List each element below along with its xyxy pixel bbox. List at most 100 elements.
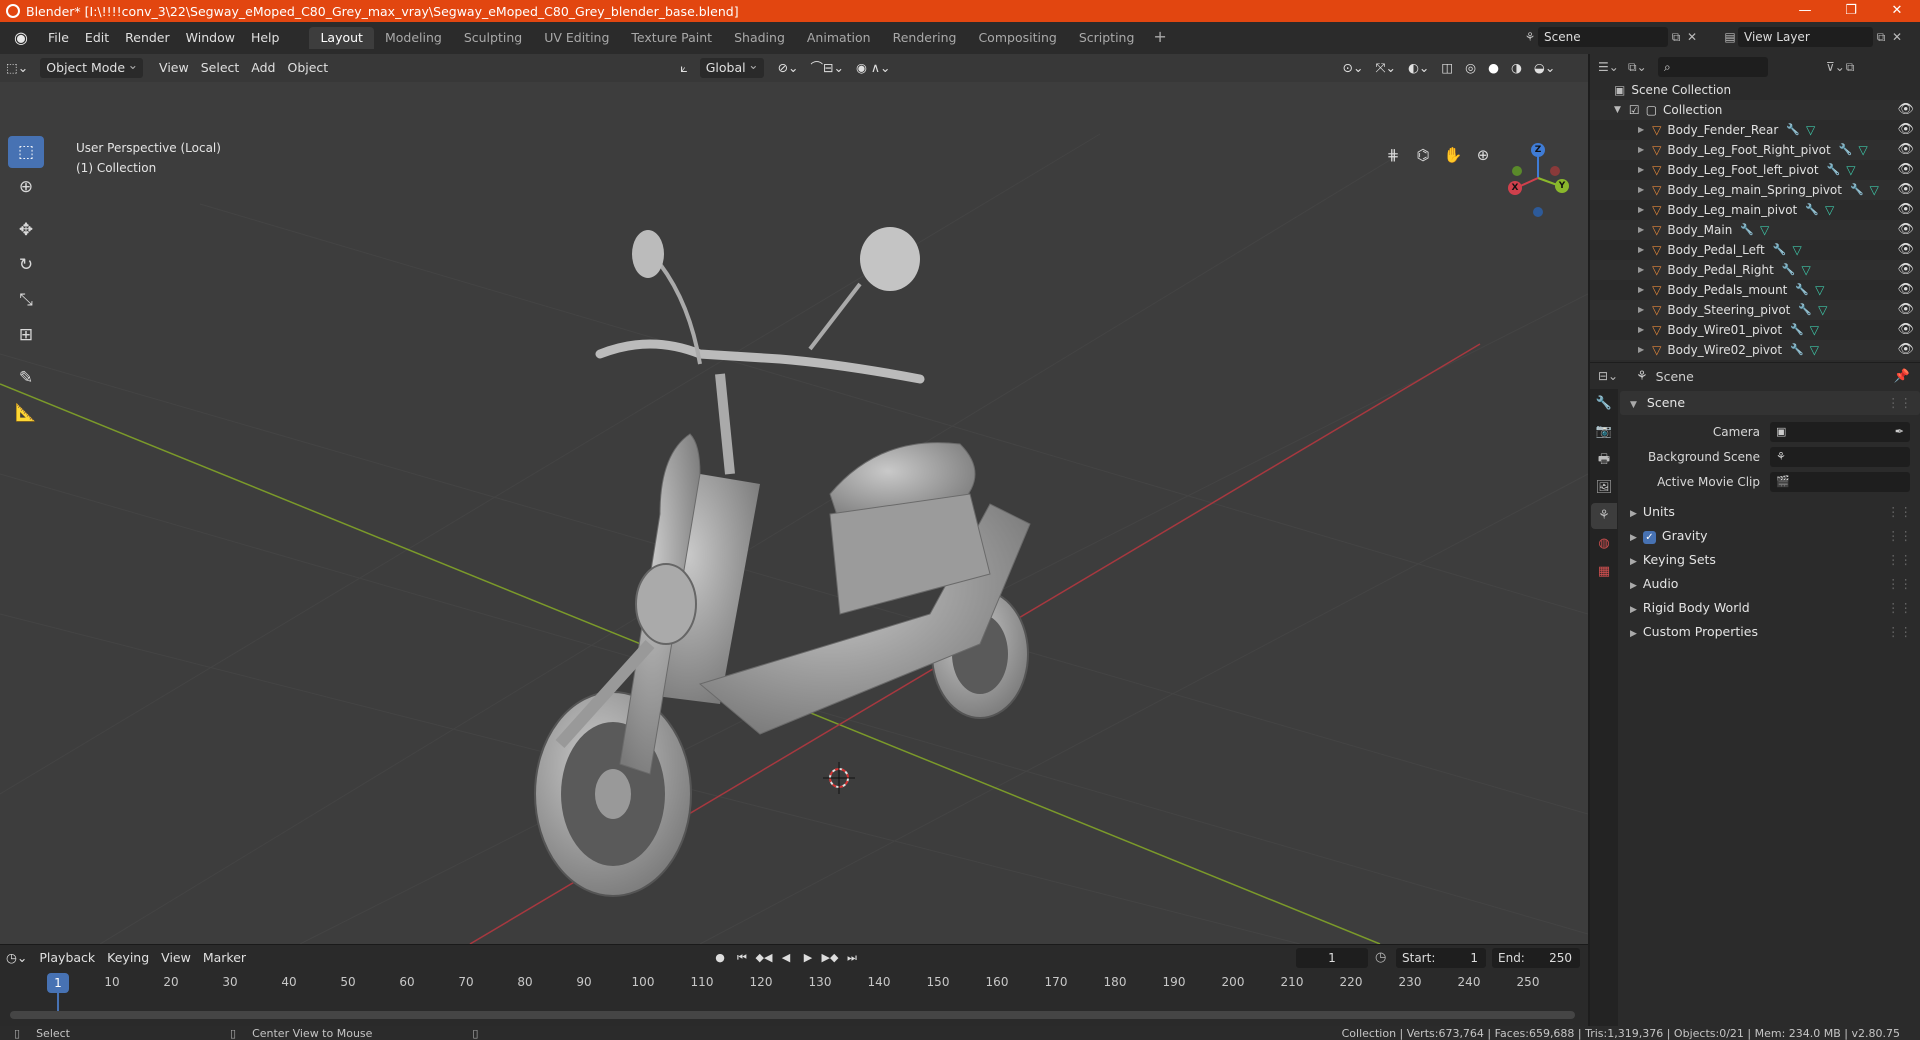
mesh-data-icon[interactable]: ▽	[1810, 320, 1819, 340]
next-keyframe-icon[interactable]: ▶◆	[820, 948, 840, 968]
outliner-object-row[interactable]: ▶ ▽ Body_Wire02_pivot 🔧 ▽ 👁	[1590, 340, 1920, 360]
gizmo-y-axis[interactable]: Y	[1555, 179, 1569, 193]
zoom-icon[interactable]: ⊕	[1470, 142, 1496, 168]
blender-menu-icon[interactable]: ◉	[8, 25, 34, 51]
outliner-object-row[interactable]: ▶ ▽ Body_Pedal_Right 🔧 ▽ 👁	[1590, 260, 1920, 280]
playback-menu[interactable]: Playback	[33, 948, 101, 968]
new-view-layer-icon[interactable]: ⧉	[1873, 29, 1889, 45]
marker-menu[interactable]: Marker	[197, 948, 252, 968]
expand-arrow-icon[interactable]: ▶	[1638, 200, 1644, 220]
xray-toggle-icon[interactable]: ◫	[1435, 58, 1459, 78]
pan-hand-icon[interactable]: ✋	[1440, 142, 1466, 168]
camera-view-icon[interactable]: ⌬	[1410, 142, 1436, 168]
modifier-wrench-icon[interactable]: 🔧	[1773, 240, 1787, 260]
timeline-editor-type-icon[interactable]: ◷⌄	[0, 948, 33, 968]
timer-icon[interactable]: ◷	[1375, 950, 1386, 965]
tab-layout[interactable]: Layout	[309, 27, 374, 49]
menu-edit[interactable]: Edit	[77, 27, 117, 49]
scooter-model[interactable]	[534, 227, 1031, 897]
modifier-wrench-icon[interactable]: 🔧	[1786, 120, 1800, 140]
expand-arrow-icon[interactable]: ▶	[1638, 260, 1644, 280]
new-collection-icon[interactable]: ⧉	[1842, 59, 1858, 75]
new-scene-icon[interactable]: ⧉	[1668, 29, 1684, 45]
tab-uv-editing[interactable]: UV Editing	[533, 27, 620, 49]
texture-tab-icon[interactable]: ▦	[1591, 559, 1617, 585]
expand-arrow-icon[interactable]: ▶	[1638, 300, 1644, 320]
gizmo-z-axis[interactable]: Z	[1531, 143, 1545, 157]
background-scene-field[interactable]: ⚘	[1770, 446, 1910, 467]
output-tab-icon[interactable]: 🖶	[1591, 447, 1617, 473]
mesh-data-icon[interactable]: ▽	[1815, 280, 1824, 300]
render-tab-icon[interactable]: 📷	[1591, 419, 1617, 445]
current-frame-indicator[interactable]: 1	[47, 973, 69, 993]
mesh-data-icon[interactable]: ▽	[1810, 340, 1819, 360]
modifier-wrench-icon[interactable]: 🔧	[1805, 200, 1819, 220]
gravity-checkbox[interactable]: ✓	[1642, 531, 1656, 544]
scene-selector[interactable]: ⚘ Scene ⧉ ✕	[1522, 26, 1722, 48]
gizmo-neg-x[interactable]	[1550, 166, 1560, 176]
proportional-edit-icon[interactable]: ◉ ∧⌄	[850, 58, 897, 78]
overlay-toggle-icon[interactable]: ◐⌄	[1402, 58, 1435, 78]
expand-arrow-icon[interactable]: ▶	[1638, 280, 1644, 300]
eye-icon[interactable]: 👁	[1897, 260, 1914, 280]
timeline-scrollbar[interactable]	[10, 1011, 1575, 1019]
modifier-wrench-icon[interactable]: 🔧	[1795, 280, 1809, 300]
orientation-dropdown[interactable]: Global	[699, 55, 764, 78]
scene-collection-row[interactable]: ▣ Scene Collection	[1590, 80, 1920, 100]
rigid-body-world-section[interactable]: ▶ Rigid Body World ⋮⋮	[1620, 596, 1920, 620]
shading-material-icon[interactable]: ◑	[1505, 58, 1528, 78]
jump-start-icon[interactable]: ⏮	[732, 948, 752, 968]
expand-arrow-icon[interactable]: ▶	[1638, 180, 1644, 200]
view-layer-field[interactable]: View Layer	[1738, 27, 1873, 47]
mesh-data-icon[interactable]: ▽	[1792, 240, 1801, 260]
mode-dropdown[interactable]: Object Mode	[40, 55, 144, 78]
measure-tool-icon[interactable]: 📐	[8, 397, 44, 429]
visibility-icon[interactable]: ⊙⌄	[1337, 58, 1370, 78]
expand-arrow-icon[interactable]: ▶	[1638, 240, 1644, 260]
audio-section[interactable]: ▶ Audio ⋮⋮	[1620, 572, 1920, 596]
frame-ruler[interactable]: 1102030405060708090100110120130140150160…	[0, 973, 1588, 995]
gravity-section[interactable]: ▶ ✓ Gravity ⋮⋮	[1620, 524, 1920, 548]
3d-cursor[interactable]	[823, 762, 855, 794]
snap-icon[interactable]: ⌒⊟⌄	[805, 58, 850, 78]
tab-scripting[interactable]: Scripting	[1068, 27, 1146, 49]
tab-compositing[interactable]: Compositing	[967, 27, 1067, 49]
eye-icon[interactable]: 👁	[1897, 340, 1914, 360]
modifier-wrench-icon[interactable]: 🔧	[1782, 260, 1796, 280]
scene-section-header[interactable]: ▼ Scene ⋮⋮	[1620, 391, 1920, 415]
eye-icon[interactable]: 👁	[1897, 300, 1914, 320]
pin-icon[interactable]: 📌	[1894, 369, 1910, 384]
properties-editor-type-icon[interactable]: ⊟⌄	[1598, 368, 1618, 384]
delete-scene-icon[interactable]: ✕	[1684, 29, 1700, 45]
collection-row[interactable]: ▼ ☑ ▢ Collection 👁	[1590, 100, 1920, 120]
expand-arrow-icon[interactable]: ▶	[1638, 120, 1644, 140]
mesh-data-icon[interactable]: ▽	[1818, 300, 1827, 320]
rotate-tool-icon[interactable]: ↻	[8, 249, 44, 281]
modifier-wrench-icon[interactable]: 🔧	[1850, 180, 1864, 200]
modifier-wrench-icon[interactable]: 🔧	[1839, 140, 1853, 160]
camera-field[interactable]: ▣ ✒	[1770, 421, 1910, 442]
modifier-wrench-icon[interactable]: 🔧	[1790, 340, 1804, 360]
shading-solid-icon[interactable]: ●	[1482, 58, 1505, 78]
display-mode-icon[interactable]: ⧉⌄	[1628, 59, 1647, 75]
editor-type-icon[interactable]: ⬚⌄	[0, 58, 34, 78]
modifier-wrench-icon[interactable]: 🔧	[1827, 160, 1841, 180]
cursor-tool-icon[interactable]: ⊕	[8, 171, 44, 203]
pivot-icon[interactable]: ⊘⌄	[772, 58, 805, 78]
mesh-data-icon[interactable]: ▽	[1806, 120, 1815, 140]
outliner-object-row[interactable]: ▶ ▽ Body_Leg_Foot_Right_pivot 🔧 ▽ 👁	[1590, 140, 1920, 160]
collapse-arrow-icon[interactable]: ▼	[1614, 100, 1621, 120]
mesh-data-icon[interactable]: ▽	[1825, 200, 1834, 220]
gizmo-x-axis[interactable]: X	[1508, 181, 1522, 195]
outliner-object-row[interactable]: ▶ ▽ Body_Wire01_pivot 🔧 ▽ 👁	[1590, 320, 1920, 340]
expand-arrow-icon[interactable]: ▶	[1638, 320, 1644, 340]
eye-icon[interactable]: 👁	[1897, 140, 1914, 160]
outliner-search-input[interactable]: ⌕	[1658, 57, 1768, 77]
custom-properties-section[interactable]: ▶ Custom Properties ⋮⋮	[1620, 620, 1920, 644]
jump-end-icon[interactable]: ⏭	[842, 948, 862, 968]
mesh-data-icon[interactable]: ▽	[1858, 140, 1867, 160]
expand-arrow-icon[interactable]: ▶	[1638, 140, 1644, 160]
eye-icon[interactable]: 👁	[1897, 100, 1914, 120]
eye-icon[interactable]: 👁	[1897, 240, 1914, 260]
tab-modeling[interactable]: Modeling	[374, 27, 453, 49]
